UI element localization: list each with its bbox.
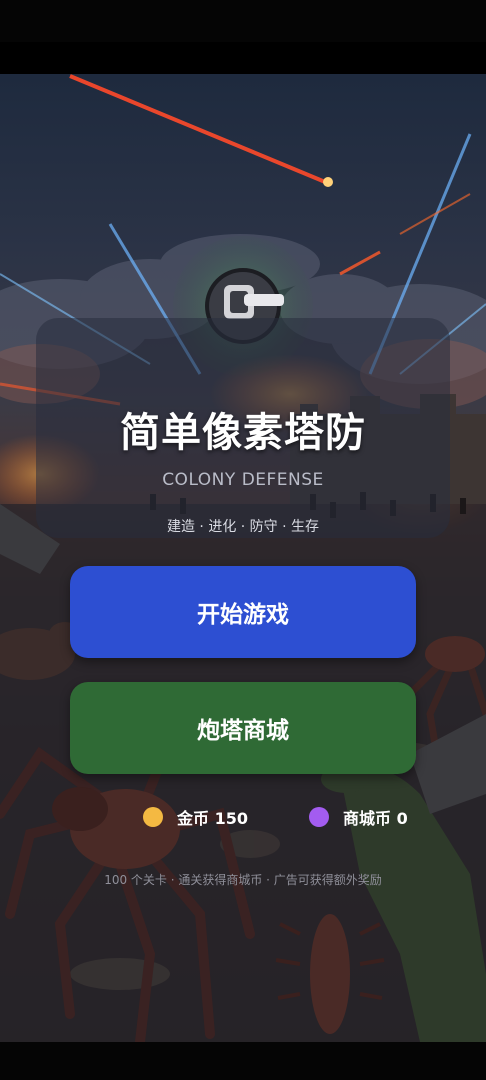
navigation-bar <box>0 1042 486 1080</box>
turret-shop-button[interactable]: 炮塔商城 <box>70 682 416 774</box>
start-game-label: 开始游戏 <box>197 602 289 628</box>
shop-coin-balance: 商城币 0 <box>309 804 408 830</box>
turret-shop-label: 炮塔商城 <box>197 718 289 744</box>
status-bar <box>0 0 486 42</box>
shop-coin-balance-label: 商城币 0 <box>343 809 408 828</box>
start-game-button[interactable]: 开始游戏 <box>70 566 416 658</box>
shop-coin-icon <box>309 807 329 827</box>
game-title: 简单像素塔防 <box>120 410 366 456</box>
gold-balance-label: 金币 150 <box>177 809 248 828</box>
footer-note: 100 个关卡 · 通关获得商城币 · 广告可获得额外奖励 <box>104 873 382 887</box>
gold-balance: 金币 150 <box>143 804 248 830</box>
battlefield-illustration <box>0 74 486 1042</box>
gold-coin-icon <box>143 807 163 827</box>
background-scene <box>0 74 486 1042</box>
game-subtitle: COLONY DEFENSE <box>162 470 324 490</box>
game-tagline: 建造 · 进化 · 防守 · 生存 <box>166 519 320 535</box>
game-screen: 简单像素塔防 COLONY DEFENSE 建造 · 进化 · 防守 · 生存 … <box>0 0 486 1080</box>
